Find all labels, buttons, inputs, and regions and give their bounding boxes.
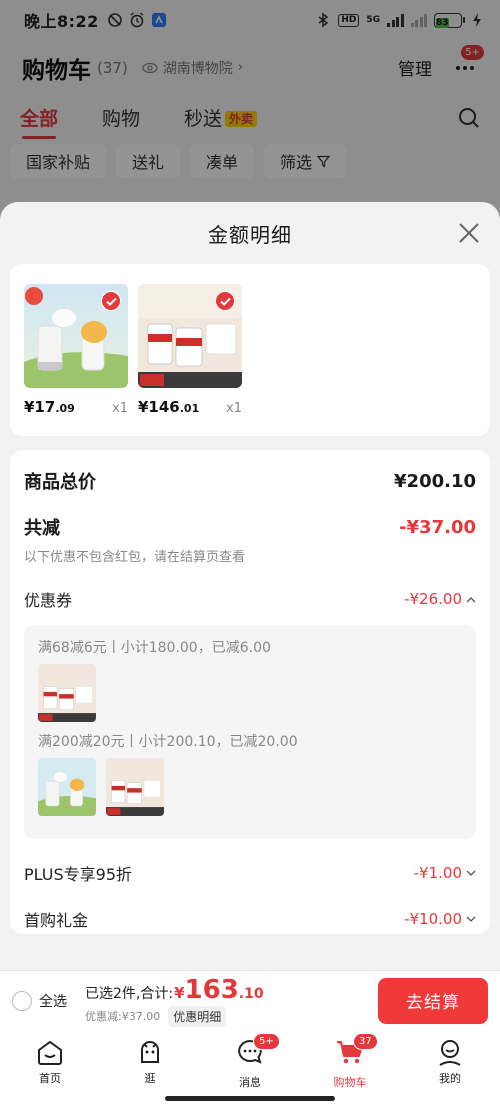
first-purchase-value: -¥10.00 xyxy=(404,910,462,928)
coupon-value: -¥26.00 xyxy=(404,590,462,608)
sheet-title: 金额明细 xyxy=(208,222,292,247)
coupon-rule: 满200减20元丨小计200.10，已减20.00 xyxy=(38,734,298,750)
tabbar-browse[interactable]: 逛 xyxy=(100,1030,200,1088)
sheet-header: 金额明细 xyxy=(0,202,500,264)
plus-discount-label: PLUS专享95折 xyxy=(24,865,132,884)
tabbar-label: 我的 xyxy=(439,1072,461,1085)
messages-badge: 5+ xyxy=(253,1033,280,1050)
chevron-down-icon[interactable] xyxy=(466,870,476,877)
bottom-tabbar: 首页 逛 5+ 消息 37 购物车 我的 xyxy=(0,1030,500,1089)
product-price: ¥146.01 xyxy=(138,398,200,416)
cart-badge: 37 xyxy=(353,1033,378,1050)
product-qty: x1 xyxy=(112,401,128,416)
tabbar-cart[interactable]: 37 购物车 xyxy=(300,1030,400,1089)
selected-products: ¥17.09 x1 ¥146.01 x1 xyxy=(10,264,490,436)
tabbar-home[interactable]: 首页 xyxy=(0,1030,100,1088)
tabbar-messages[interactable]: 5+ 消息 xyxy=(200,1030,300,1089)
home-icon xyxy=(38,1040,62,1065)
product-item[interactable]: ¥146.01 x1 xyxy=(138,284,242,436)
checkout-bar: 全选 已选2件,合计: ¥ 163 .10 优惠减:¥37.00 优惠明细 去结… xyxy=(0,970,500,1030)
amount-breakdown: 商品总价 ¥200.10 共减 -¥37.00 以下优惠不包含红包，请在结算页查… xyxy=(10,450,490,934)
selected-count-text: 已选2件,合计: xyxy=(85,985,174,1002)
total-currency: ¥ xyxy=(174,983,185,1002)
total-amount-decimal: .10 xyxy=(238,985,264,1002)
subtotal-label: 商品总价 xyxy=(24,472,96,493)
tabbar-profile[interactable]: 我的 xyxy=(400,1030,500,1088)
coupon-rule: 满68减6元丨小计180.00，已减6.00 xyxy=(38,640,271,656)
product-item[interactable]: ¥17.09 x1 xyxy=(24,284,128,436)
profile-icon xyxy=(439,1040,461,1066)
first-purchase-label: 首购礼金 xyxy=(24,911,89,930)
discount-label: 共减 xyxy=(24,518,60,539)
coupon-product-thumb xyxy=(106,758,164,816)
first-purchase-row[interactable]: 首购礼金 -¥10.00 xyxy=(24,907,476,931)
home-indicator-area xyxy=(0,1088,500,1111)
coupon-label: 优惠券 xyxy=(24,591,73,610)
checkout-button[interactable]: 去结算 xyxy=(378,977,488,1024)
select-all-label[interactable]: 全选 xyxy=(39,991,67,1011)
checkout-summary: 已选2件,合计: ¥ 163 .10 优惠减:¥37.00 优惠明细 xyxy=(85,975,264,1027)
tabbar-label: 逛 xyxy=(144,1072,156,1085)
discount-row: 共减 -¥37.00 xyxy=(24,514,476,540)
subtotal-value: ¥200.10 xyxy=(394,470,476,492)
total-amount: 163 xyxy=(184,974,239,1005)
discount-value: -¥37.00 xyxy=(399,516,476,538)
discount-note: 以下优惠不包含红包，请在结算页查看 xyxy=(24,550,246,565)
product-qty: x1 xyxy=(226,401,242,416)
plus-discount-value: -¥1.00 xyxy=(413,864,462,882)
subtotal-row: 商品总价 ¥200.10 xyxy=(24,468,476,494)
checked-icon xyxy=(215,291,235,311)
chevron-down-icon[interactable] xyxy=(466,916,476,923)
coupon-product-thumb xyxy=(38,758,96,816)
close-icon[interactable] xyxy=(456,220,482,246)
browse-icon xyxy=(141,1041,159,1063)
coupon-row[interactable]: 优惠券 -¥26.00 xyxy=(24,587,476,611)
coupon-product-thumb xyxy=(38,664,96,722)
product-image xyxy=(24,284,128,388)
product-price: ¥17.09 xyxy=(24,398,75,416)
checked-icon xyxy=(101,291,121,311)
chevron-up-icon[interactable] xyxy=(466,596,476,603)
coupon-detail-box: 满68减6元丨小计180.00，已减6.00 满200减20元丨小计200.10… xyxy=(24,625,476,839)
tabbar-label: 首页 xyxy=(39,1072,61,1085)
home-indicator[interactable] xyxy=(165,1096,335,1101)
select-all-radio[interactable] xyxy=(12,990,32,1011)
plus-discount-row[interactable]: PLUS专享95折 -¥1.00 xyxy=(24,861,476,885)
product-image xyxy=(138,284,242,388)
amount-detail-sheet: 金额明细 ¥17.09 x1 ¥146.01 x1 商品总价 ¥200.10 共… xyxy=(0,202,500,970)
discount-summary: 优惠减:¥37.00 xyxy=(85,1010,161,1023)
discount-detail-button[interactable]: 优惠明细 xyxy=(168,1005,227,1027)
